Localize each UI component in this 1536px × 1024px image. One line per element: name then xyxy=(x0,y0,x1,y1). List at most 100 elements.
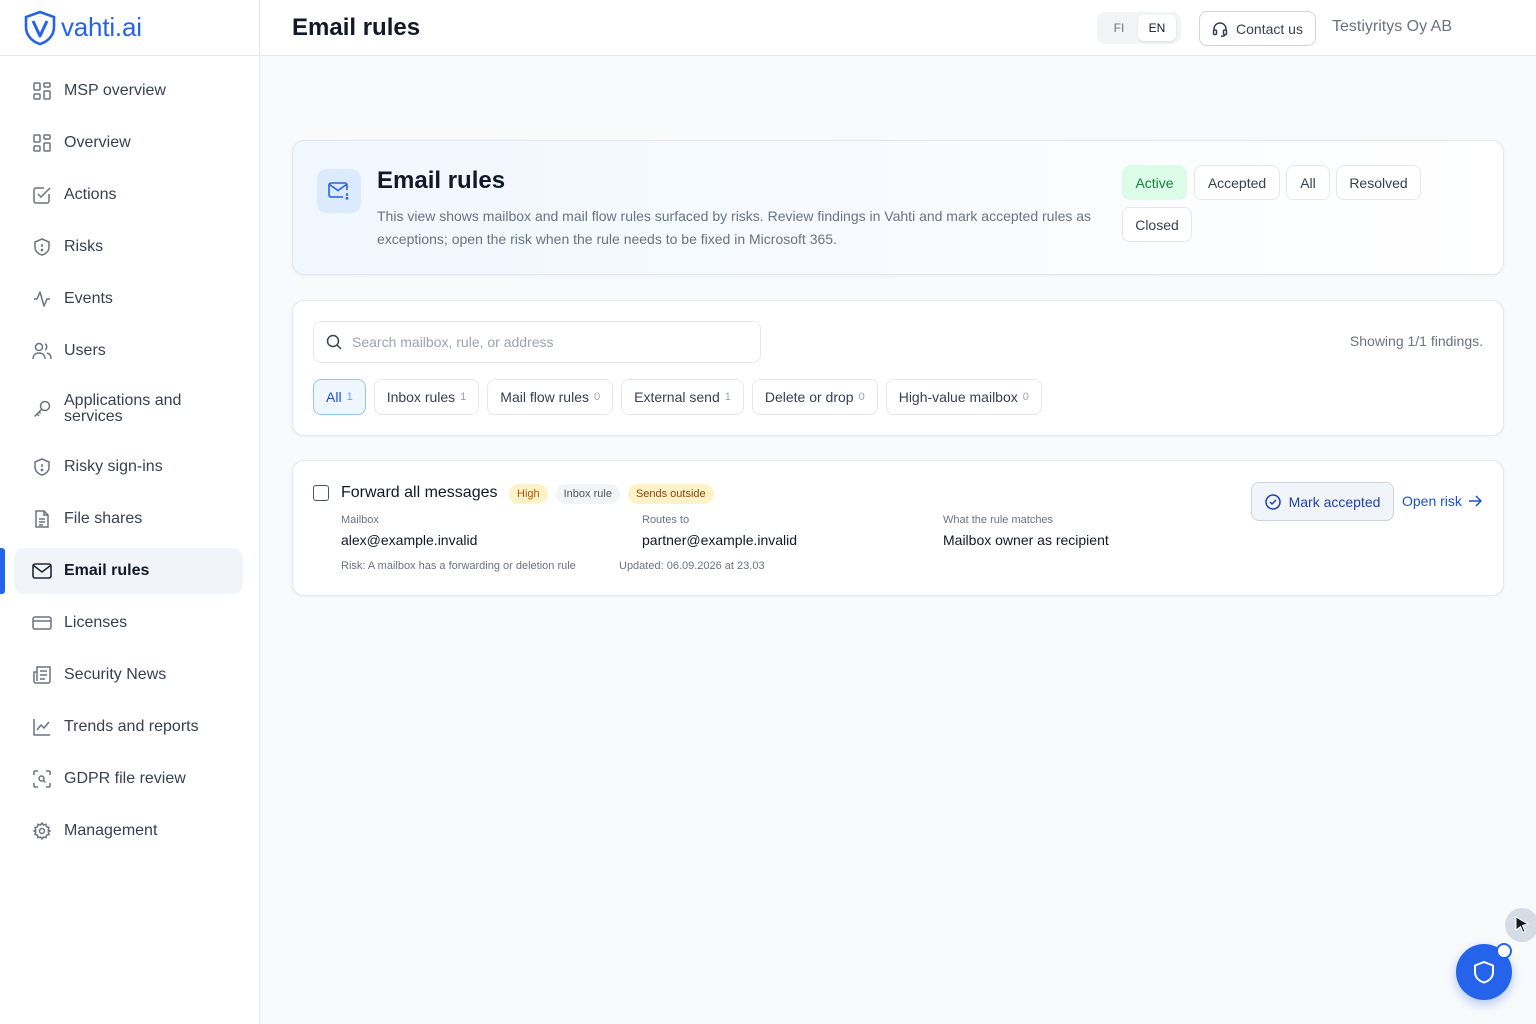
check-circle-icon xyxy=(1264,493,1281,510)
finding-title: Forward all messages xyxy=(341,484,498,501)
sidebar-item-gdpr-file-review[interactable]: GDPR file review xyxy=(14,756,243,802)
sidebar-item-applications-and-services[interactable]: Applications and services xyxy=(14,380,243,438)
sidebar-item-email-rules[interactable]: Email rules xyxy=(0,548,243,594)
mailbox-label: Mailbox xyxy=(341,514,379,526)
chip-label: External send xyxy=(634,389,720,405)
sidebar-item-security-news[interactable]: Security News xyxy=(14,652,243,698)
sidebar-item-label: Actions xyxy=(64,186,117,203)
sidebar-item-licenses[interactable]: Licenses xyxy=(14,600,243,646)
shield-icon xyxy=(32,237,52,257)
search-icon xyxy=(326,334,342,350)
sidebar-item-file-shares[interactable]: File shares xyxy=(14,496,243,542)
shield-icon xyxy=(1474,960,1494,984)
sidebar-item-actions[interactable]: Actions xyxy=(14,172,243,218)
sidebar-item-label: Email rules xyxy=(64,562,150,579)
sidebar: vahti.ai MSP overview Overview Actions R… xyxy=(0,0,260,1024)
chip-count: 1 xyxy=(460,391,467,403)
finding-tags: High Inbox rule Sends outside xyxy=(509,484,714,504)
gear-icon xyxy=(32,821,52,841)
key-icon xyxy=(32,399,52,419)
headset-icon xyxy=(1212,21,1228,37)
chip-external-send[interactable]: External send 1 xyxy=(621,379,744,415)
search-box[interactable] xyxy=(313,321,761,363)
checkbox-icon xyxy=(32,185,52,205)
sidebar-item-label: Users xyxy=(64,342,106,359)
state-filter-accepted[interactable]: Accepted xyxy=(1194,165,1280,200)
sidebar-item-msp-overview[interactable]: MSP overview xyxy=(14,68,243,114)
chip-all[interactable]: All 1 xyxy=(313,379,366,415)
updated-text: Updated: 06.09.2026 at 23.03 xyxy=(619,560,765,572)
sidebar-item-label: Trends and reports xyxy=(64,718,199,735)
sidebar-item-overview[interactable]: Overview xyxy=(14,120,243,166)
state-filter-closed[interactable]: Closed xyxy=(1122,207,1192,242)
sidebar-item-label: Overview xyxy=(64,134,131,151)
filter-card: Showing 1/1 findings. All 1 Inbox rules 1 … xyxy=(292,300,1504,436)
credit-card-icon xyxy=(32,613,52,633)
sidebar-item-events[interactable]: Events xyxy=(14,276,243,322)
newspaper-icon xyxy=(32,665,52,685)
mark-accepted-button[interactable]: Mark accepted xyxy=(1251,482,1394,521)
vahti-shield-logo-icon xyxy=(24,10,56,45)
sidebar-item-label: Management xyxy=(64,822,158,839)
chip-count: 0 xyxy=(1022,391,1029,403)
chip-count: 1 xyxy=(346,391,353,403)
sidebar-item-label: Risky sign-ins xyxy=(64,458,163,475)
sidebar-item-management[interactable]: Management xyxy=(14,808,243,854)
chip-count: 0 xyxy=(594,391,601,403)
section-description: This view shows mailbox and mail flow ru… xyxy=(377,208,1092,247)
organization-name[interactable]: Testiyritys Oy AB xyxy=(1332,18,1452,36)
sidebar-item-risky-sign-ins[interactable]: Risky sign-ins xyxy=(14,444,243,490)
chip-delete-or-drop[interactable]: Delete or drop 0 xyxy=(751,379,878,415)
sidebar-nav: MSP overview Overview Actions Risks Even… xyxy=(0,56,259,854)
chip-label: Inbox rules xyxy=(386,389,456,405)
sidebar-item-label: Events xyxy=(64,290,113,307)
category-chips: All 1 Inbox rules 1 Mail flow rules 0 Exter… xyxy=(313,379,1042,415)
chip-label: Mail flow rules xyxy=(500,389,589,405)
language-en-button[interactable]: EN xyxy=(1138,15,1176,41)
mail-alert-icon xyxy=(317,169,361,213)
sidebar-item-label: File shares xyxy=(64,510,143,527)
sidebar-item-label: Applications and services xyxy=(64,392,182,425)
grid-icon xyxy=(32,133,52,153)
risk-text: Risk: A mailbox has a forwarding or dele… xyxy=(341,560,576,572)
active-indicator xyxy=(0,548,5,594)
grid-icon xyxy=(32,81,52,101)
scan-icon xyxy=(32,769,52,789)
mailbox-value: alex@example.invalid xyxy=(341,532,478,548)
mail-icon xyxy=(32,561,52,581)
routes-field: Routes to partner@example.invalid xyxy=(642,514,797,548)
mailbox-field: Mailbox alex@example.invalid xyxy=(341,514,477,548)
state-filter-all[interactable]: All xyxy=(1286,165,1330,200)
sidebar-item-label: Risks xyxy=(64,238,104,255)
routes-value: partner@example.invalid xyxy=(642,532,798,548)
sidebar-item-label: Licenses xyxy=(64,614,128,631)
arrow-right-icon xyxy=(1468,495,1482,507)
sidebar-item-risks[interactable]: Risks xyxy=(14,224,243,270)
rule-type-badge: Inbox rule xyxy=(555,484,620,504)
sidebar-item-users[interactable]: Users xyxy=(14,328,243,374)
contact-us-button[interactable]: Contact us xyxy=(1199,11,1316,46)
section-title: Email rules xyxy=(377,167,506,194)
chip-label: High-value mailbox xyxy=(898,389,1018,405)
severity-badge: High xyxy=(509,484,548,504)
sidebar-item-trends-and-reports[interactable]: Trends and reports xyxy=(14,704,243,750)
open-risk-link[interactable]: Open risk xyxy=(1402,493,1482,509)
logo-text: vahti.ai xyxy=(61,12,142,42)
search-input[interactable] xyxy=(352,334,732,350)
sends-outside-badge: Sends outside xyxy=(627,484,714,504)
file-icon xyxy=(32,509,52,529)
finding-checkbox[interactable] xyxy=(313,485,329,501)
chip-mail-flow-rules[interactable]: Mail flow rules 0 xyxy=(487,379,614,415)
email-rules-header-card: Email rules This view shows mailbox and … xyxy=(292,140,1504,275)
mark-accepted-label: Mark accepted xyxy=(1288,493,1381,510)
state-filter-resolved[interactable]: Resolved xyxy=(1336,165,1421,200)
matches-field: What the rule matches Mailbox owner as r… xyxy=(943,514,1109,548)
state-filter-active[interactable]: Active xyxy=(1122,165,1187,200)
sidebar-item-label: Security News xyxy=(64,666,167,683)
chip-inbox-rules[interactable]: Inbox rules 1 xyxy=(373,379,480,415)
logo[interactable]: vahti.ai xyxy=(0,0,259,56)
matches-label: What the rule matches xyxy=(943,514,1054,526)
finding-card: Forward all messages High Inbox rule Sen… xyxy=(292,460,1504,596)
language-fi-button[interactable]: FI xyxy=(1100,15,1138,41)
chip-high-value-mailbox[interactable]: High-value mailbox 0 xyxy=(885,379,1042,415)
